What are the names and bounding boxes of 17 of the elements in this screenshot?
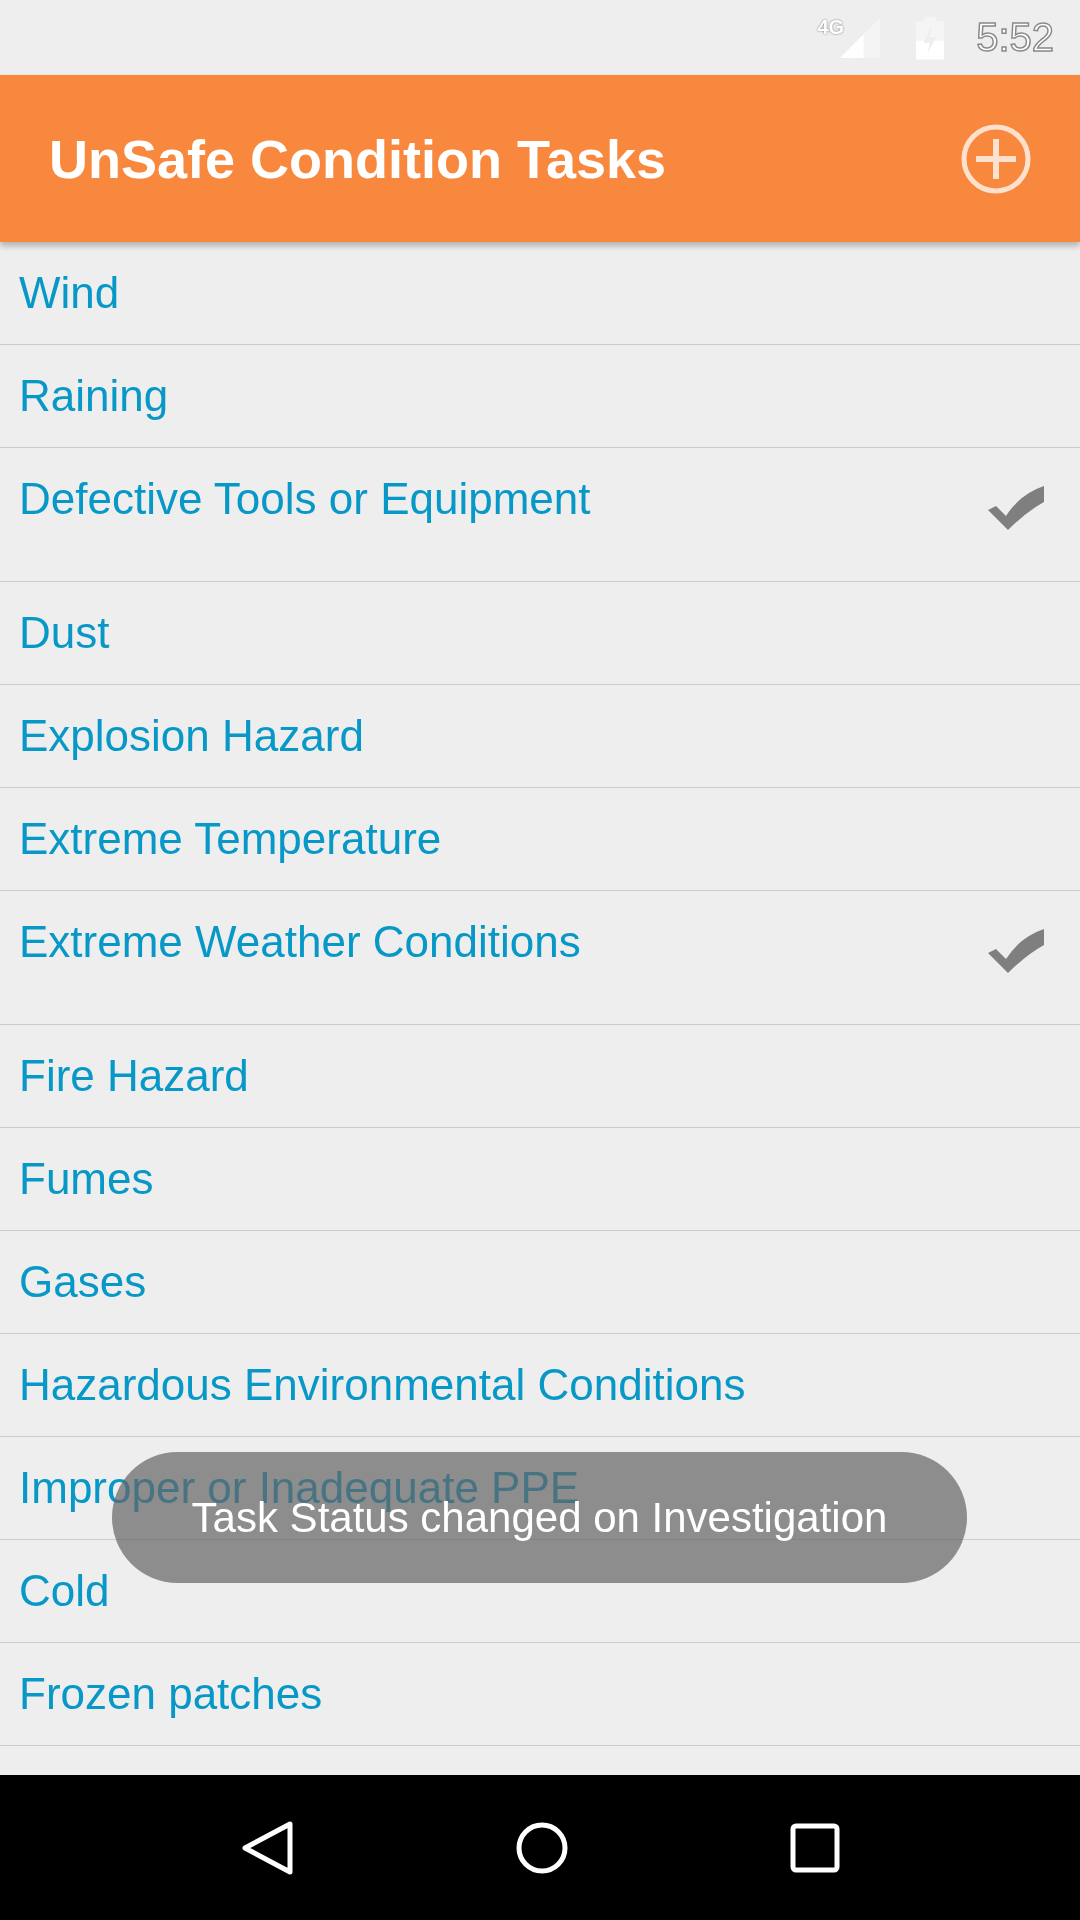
home-icon[interactable] xyxy=(515,1820,569,1875)
app-title: UnSafe Condition Tasks xyxy=(49,127,667,190)
task-item[interactable]: Fire Hazard xyxy=(0,1025,1080,1128)
back-icon[interactable] xyxy=(240,1819,295,1876)
task-item[interactable]: Frozen patches xyxy=(0,1643,1080,1746)
task-item[interactable]: Wind xyxy=(0,242,1080,345)
task-item[interactable]: Dust xyxy=(0,582,1080,685)
task-item[interactable]: Extreme Temperature xyxy=(0,788,1080,891)
task-item[interactable]: Fumes xyxy=(0,1128,1080,1231)
task-item[interactable]: Extreme Weather Conditions xyxy=(0,891,1080,1025)
task-item[interactable]: Gases xyxy=(0,1231,1080,1334)
task-item[interactable]: Explosion Hazard xyxy=(0,685,1080,788)
task-item[interactable]: Hazardous Environmental Conditions xyxy=(0,1334,1080,1437)
recents-icon[interactable] xyxy=(789,1822,840,1873)
network-type: 4G xyxy=(817,16,845,39)
task-item[interactable]: Defective Tools or Equipment xyxy=(0,448,1080,582)
task-item[interactable]: Raining xyxy=(0,345,1080,448)
